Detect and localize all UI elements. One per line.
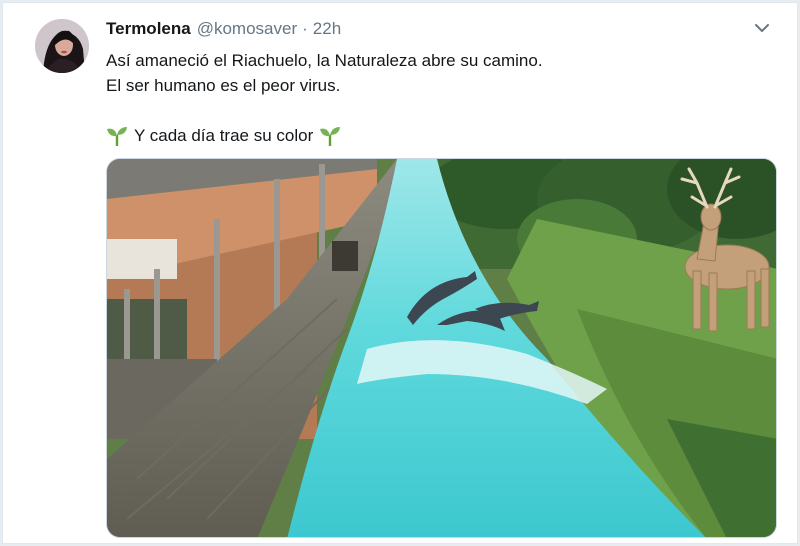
tweet-text-line-3-label: Y cada día trae su color (134, 126, 314, 145)
seedling-icon (106, 126, 128, 146)
separator-dot: · (302, 19, 308, 38)
timestamp[interactable]: 22h (313, 19, 341, 39)
tweet-text-line-1: Así amaneció el Riachuelo, la Naturaleza… (106, 51, 543, 70)
tweet-text-line-2: El ser humano es el peor virus. (106, 76, 341, 95)
seedling-icon (319, 126, 341, 146)
avatar[interactable] (35, 19, 89, 73)
tweet-text-line-3: Y cada día trae su color (106, 123, 766, 148)
tweet-text: Así amaneció el Riachuelo, la Naturaleza… (106, 48, 766, 148)
tweet-header: Termolena @komosaver · 22h (106, 19, 341, 41)
author-name[interactable]: Termolena (106, 19, 191, 39)
tweet-photo[interactable] (106, 158, 777, 538)
tweet-card[interactable]: Termolena @komosaver · 22h Así amaneció … (2, 2, 798, 544)
author-handle[interactable]: @komosaver (197, 19, 297, 39)
chevron-down-icon[interactable] (751, 17, 773, 39)
